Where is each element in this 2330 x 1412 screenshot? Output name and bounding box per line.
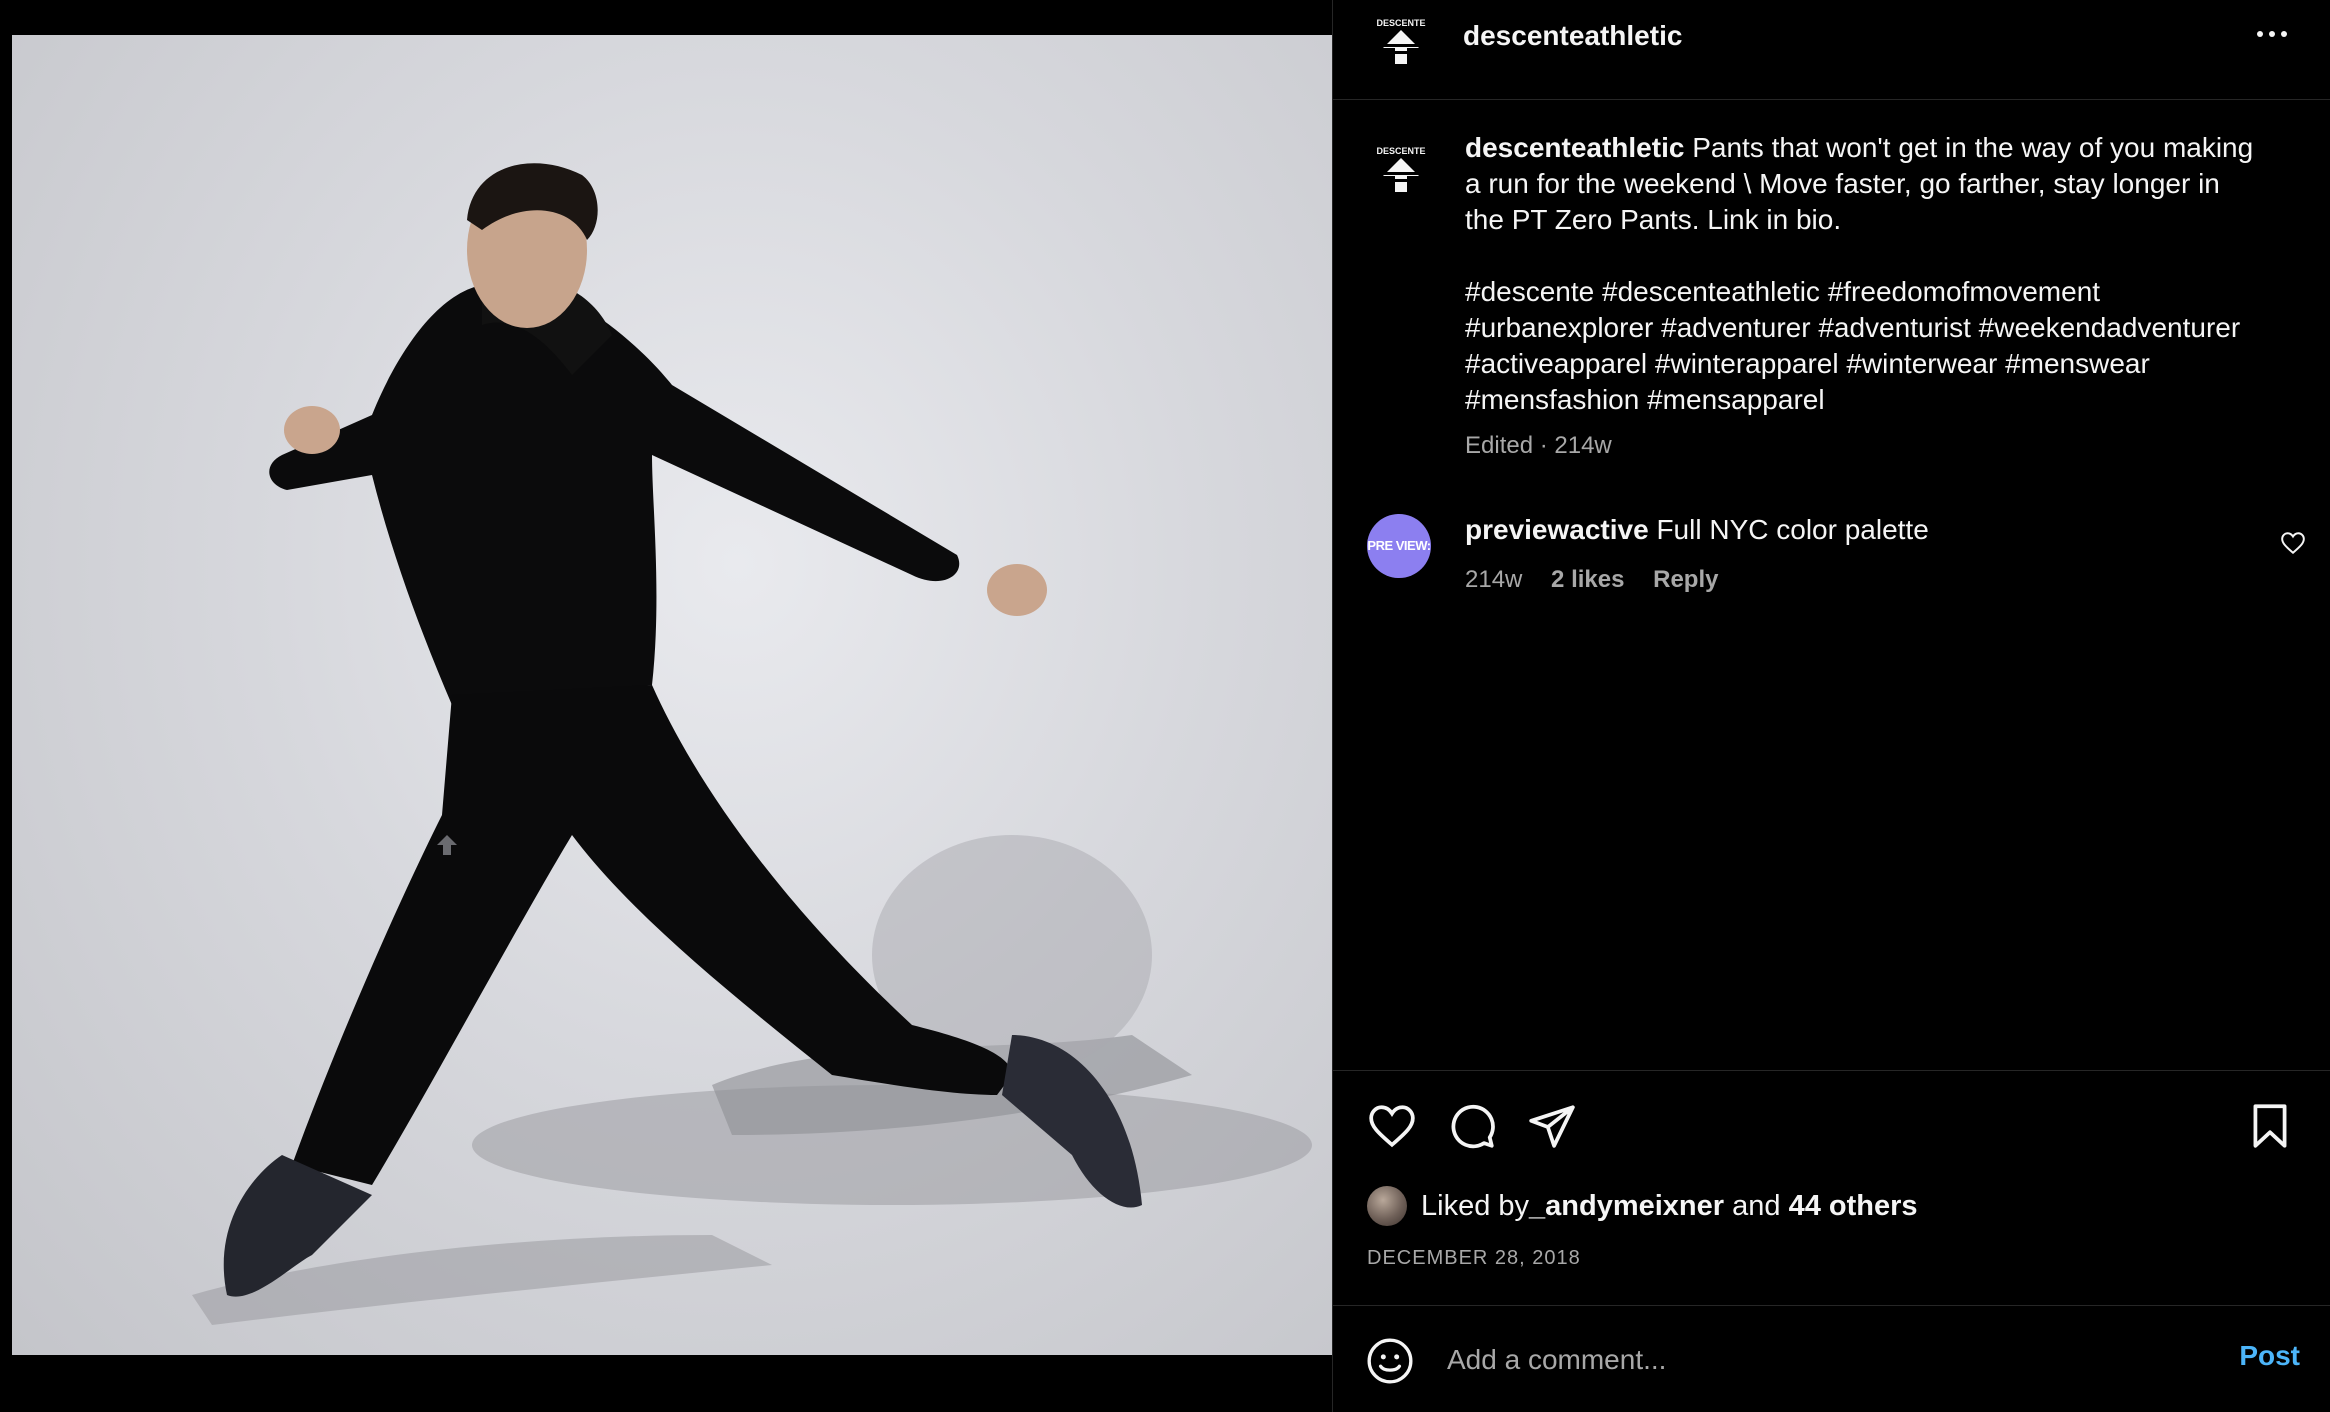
comment-composer: Post	[1333, 1305, 2330, 1412]
commenter-avatar[interactable]: PRE VIEW:	[1367, 514, 1431, 578]
liked-by-prefix: Liked by	[1421, 1189, 1530, 1222]
descente-logo-icon: DESCENTE	[1376, 18, 1426, 64]
author-avatar[interactable]: DESCENTE	[1373, 14, 1429, 70]
post-comment-button[interactable]: Post	[2239, 1340, 2300, 1372]
comment-likes-link[interactable]: 2 likes	[1551, 566, 1624, 593]
comment-body: Full NYC color palette	[1656, 514, 1929, 545]
comment-icon[interactable]	[1447, 1101, 1497, 1151]
more-options-icon[interactable]	[2254, 24, 2294, 54]
descente-logo-icon: DESCENTE	[1376, 146, 1426, 192]
comment-username[interactable]: previewactive	[1465, 514, 1649, 545]
media-bottom-strip	[0, 1355, 1332, 1412]
media-pane	[0, 0, 1332, 1412]
heart-icon[interactable]	[1367, 1101, 1417, 1151]
liked-by: Liked by _andymeixner and 44 others	[1367, 1186, 1918, 1226]
share-icon[interactable]	[1527, 1101, 1577, 1151]
comment-heart-icon[interactable]	[2280, 530, 2306, 556]
comment-meta: 214w 2 likes Reply	[1465, 566, 1740, 594]
comment-input[interactable]	[1445, 1334, 2089, 1386]
svg-text:DESCENTE: DESCENTE	[1376, 18, 1425, 28]
emoji-icon[interactable]	[1365, 1336, 1415, 1386]
comment-reply-button[interactable]: Reply	[1653, 566, 1718, 593]
caption-edited-time: Edited · 214w	[1465, 432, 1612, 459]
caption-username[interactable]: descenteathletic	[1465, 132, 1684, 163]
post-header: DESCENTE descenteathletic	[1333, 0, 2330, 100]
post-photo[interactable]	[12, 35, 1332, 1355]
liker-avatar[interactable]	[1367, 1186, 1407, 1226]
bookmark-icon[interactable]	[2245, 1101, 2295, 1151]
runner-illustration	[192, 163, 1312, 1325]
svg-text:DESCENTE: DESCENTE	[1376, 146, 1425, 156]
post-actions: Liked by _andymeixner and 44 others DECE…	[1333, 1070, 2330, 1305]
liked-by-middle: and	[1724, 1189, 1789, 1222]
caption-hashtags[interactable]: #descente #descenteathletic #freedomofmo…	[1465, 274, 2255, 418]
post-details-panel: DESCENTE descenteathletic DESCENTE desce…	[1332, 0, 2330, 1412]
post-date: DECEMBER 28, 2018	[1367, 1247, 1581, 1269]
comment-age: 214w	[1465, 566, 1523, 593]
liked-by-others[interactable]: 44 others	[1789, 1190, 1918, 1223]
author-username[interactable]: descenteathletic	[1463, 20, 1682, 52]
caption-author-avatar[interactable]: DESCENTE	[1373, 142, 1429, 198]
liked-by-user[interactable]: _andymeixner	[1529, 1190, 1724, 1223]
comment: previewactive Full NYC color palette	[1465, 514, 1929, 546]
post-caption: descenteathletic Pants that won't get in…	[1465, 130, 2255, 418]
